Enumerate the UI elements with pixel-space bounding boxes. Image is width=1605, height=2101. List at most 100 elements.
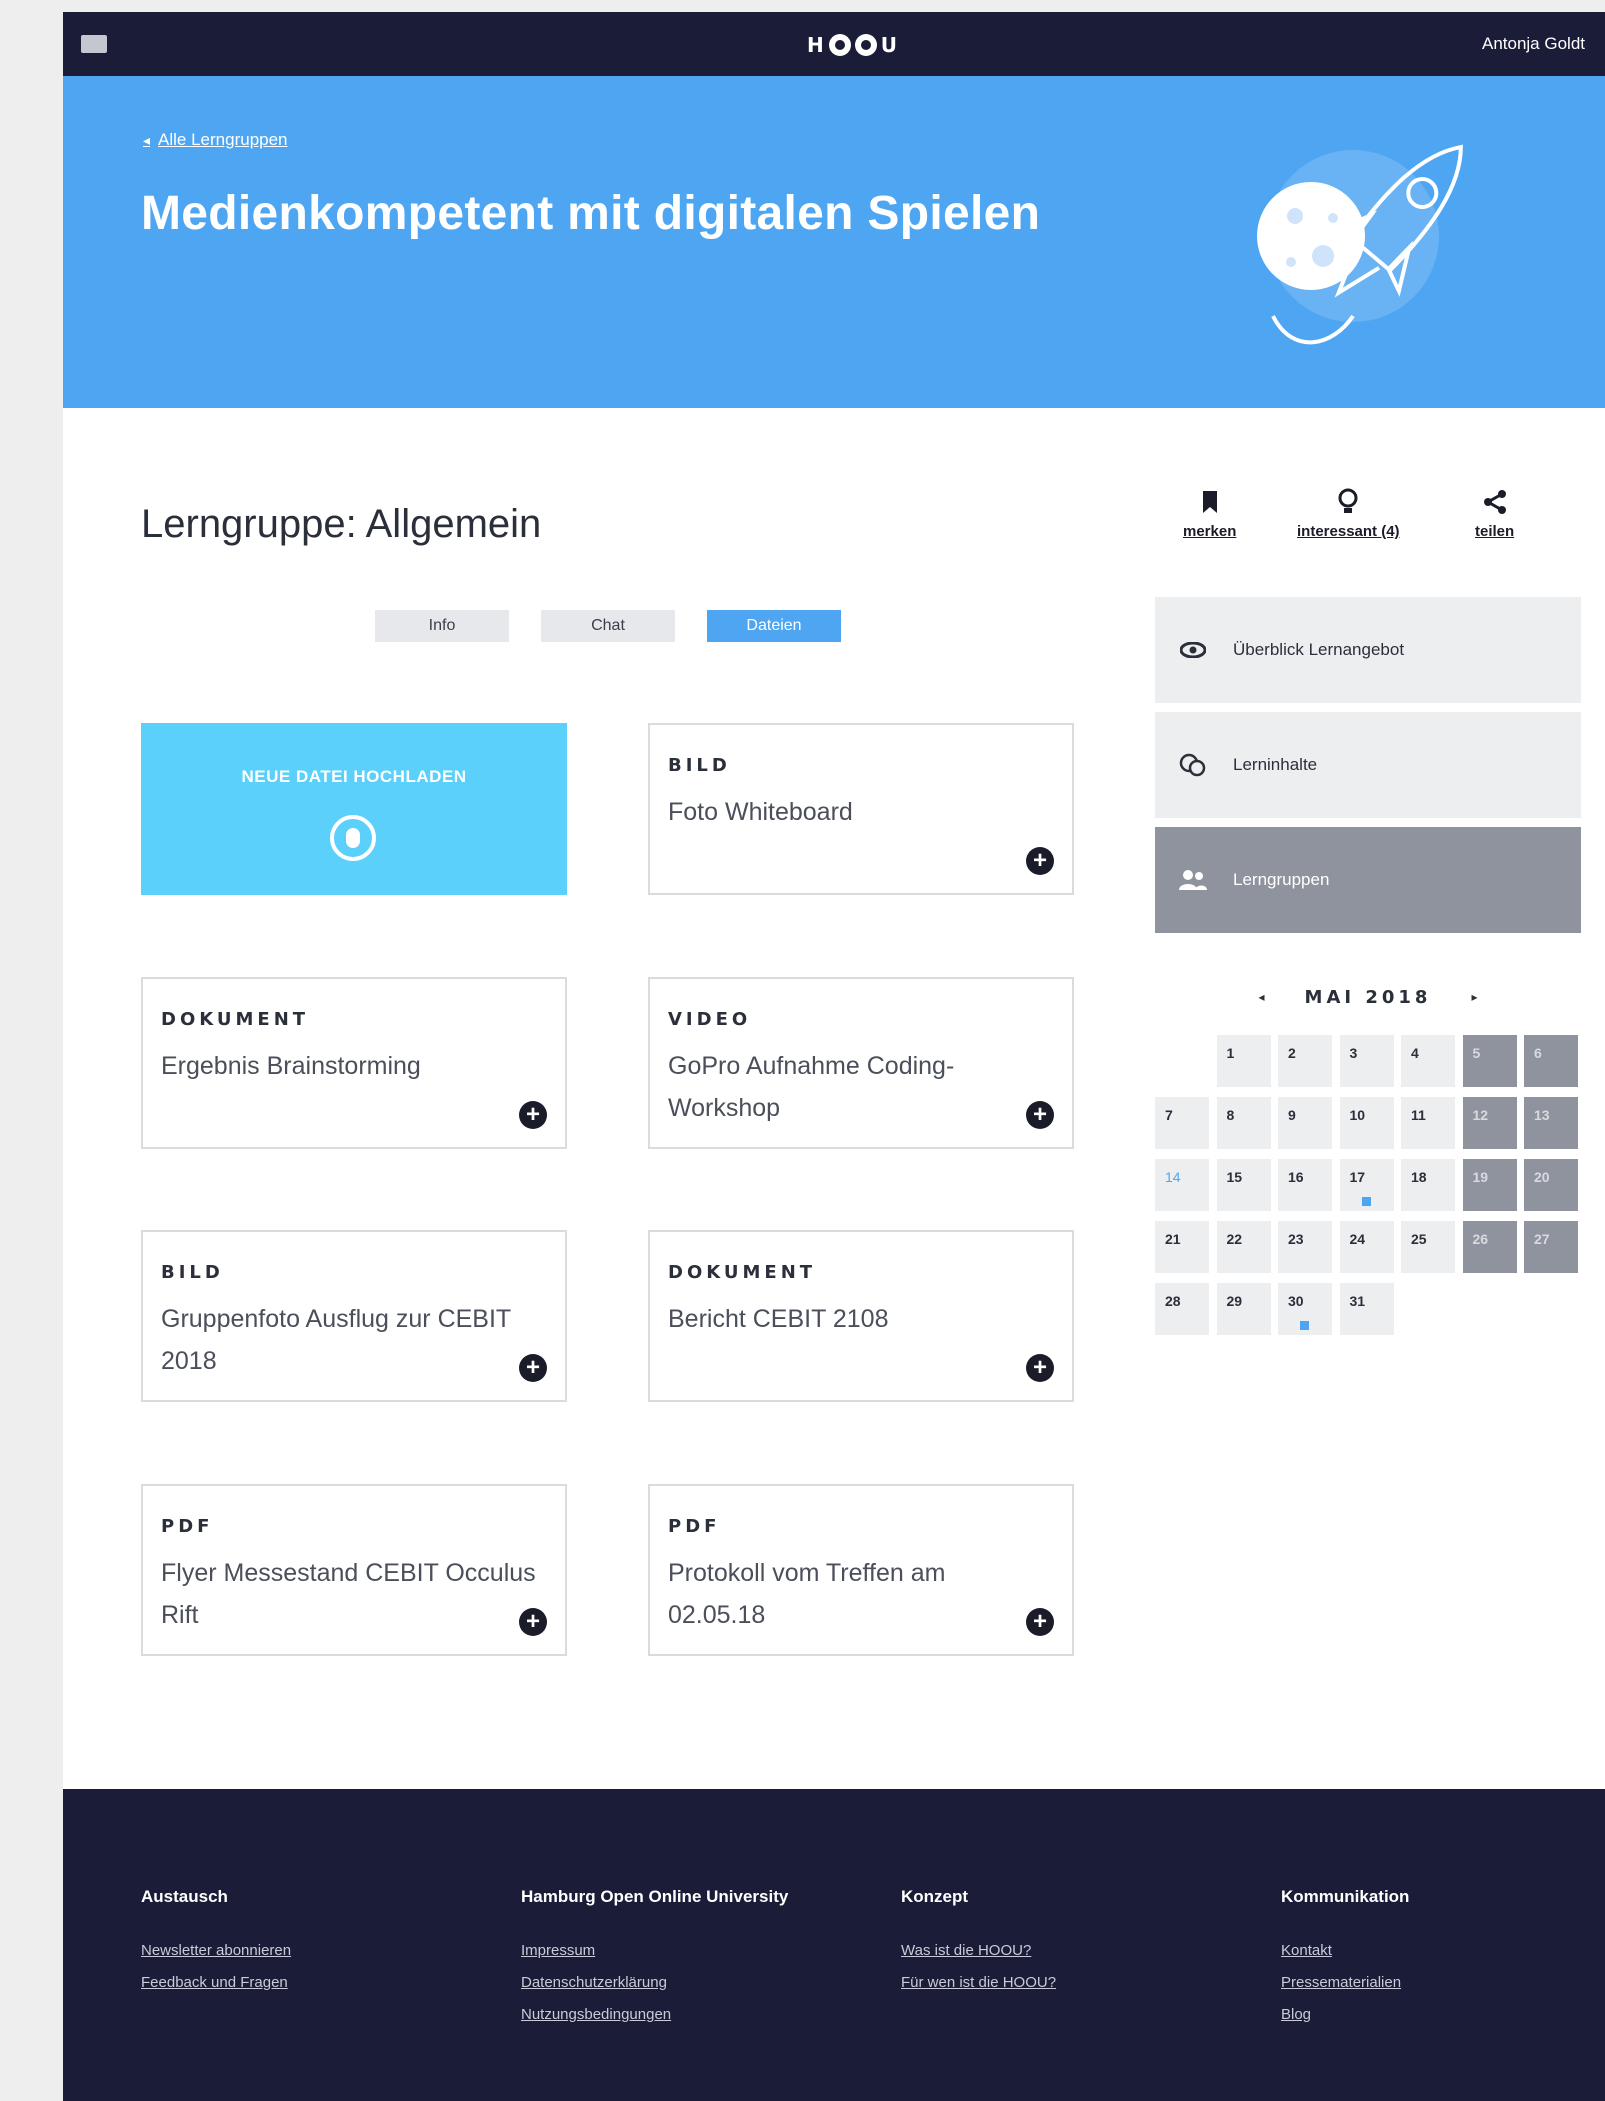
calendar-day[interactable]: 18 [1401,1159,1455,1211]
back-arrow-icon: ◂ [143,132,151,148]
calendar-day[interactable]: 15 [1216,1159,1271,1211]
file-card[interactable]: BILD Gruppenfoto Ausflug zur CEBIT 2018 … [141,1230,567,1402]
add-icon[interactable]: + [1026,1608,1054,1636]
side-nav-groups[interactable]: Lerngruppen [1155,827,1581,933]
event-marker-icon [1361,1197,1371,1206]
calendar-day[interactable]: 9 [1278,1097,1332,1149]
tab-info[interactable]: Info [375,610,509,642]
file-card[interactable]: VIDEO GoPro Aufnahme Coding-Workshop + [648,977,1074,1149]
logo-letter-h: H [807,33,825,57]
interesting-action[interactable]: interessant (4) [1297,487,1400,540]
add-icon[interactable]: + [519,1101,547,1129]
footer-link[interactable]: Was ist die HOOU? [901,1935,1056,1967]
calendar-day[interactable]: 31 [1339,1283,1394,1335]
upload-file-button[interactable]: NEUE DATEI HOCHLADEN [141,723,567,895]
footer-column-title: Kommunikation [1281,1887,1410,1906]
footer-link[interactable]: Für wen ist die HOOU? [901,1967,1056,1999]
footer-link[interactable]: Blog [1281,1999,1409,2031]
logo-letter-u: U [880,33,898,57]
side-nav-label: Lerngruppen [1233,870,1330,889]
add-icon[interactable]: + [1026,1354,1054,1382]
calendar-day[interactable]: 6 [1524,1035,1578,1087]
menu-icon[interactable] [81,35,107,55]
add-icon[interactable]: + [519,1608,547,1636]
file-type-label: VIDEO [668,1009,752,1030]
bookmark-icon [1202,491,1217,513]
calendar-day[interactable]: 17 [1339,1159,1394,1211]
footer-column-title: Konzept [901,1887,969,1906]
side-nav-overview[interactable]: Überblick Lernangebot [1155,597,1581,703]
footer-column-title: Hamburg Open Online University [521,1887,789,1906]
hoou-logo[interactable]: H U [807,32,898,58]
footer-column-title: Austausch [141,1887,228,1906]
footer-link[interactable]: Kontakt [1281,1935,1409,1967]
side-nav-content[interactable]: Lerninhalte [1155,712,1581,818]
file-card[interactable]: PDF Protokoll vom Treffen am 02.05.18 + [648,1484,1074,1656]
tab-files[interactable]: Dateien [707,610,841,642]
calendar-day[interactable]: 5 [1462,1035,1517,1087]
calendar: ◂ MAI 2018 ▸ 1 2 3 4 5 6 7 8 9 10 11 12 13 14 15 16 17 18… [1155,977,1581,1335]
footer-column-concept: Konzept Was ist die HOOU? Für wen ist di… [901,1887,1056,1999]
calendar-day[interactable]: 12 [1462,1097,1517,1149]
calendar-grid: 1 2 3 4 5 6 7 8 9 10 11 12 13 14 15 16 17 18 19 20 21 22 23 24 2… [1155,1035,1581,1335]
footer-link[interactable]: Impressum [521,1935,788,1967]
file-type-label: PDF [668,1516,721,1537]
add-icon[interactable]: + [1026,847,1054,875]
share-action[interactable]: teilen [1475,487,1514,540]
calendar-day[interactable]: 22 [1216,1221,1271,1273]
file-title: Ergebnis Brainstorming [161,1052,421,1080]
add-icon[interactable]: + [519,1354,547,1382]
file-card[interactable]: DOKUMENT Bericht CEBIT 2108 + [648,1230,1074,1402]
side-nav-label: Überblick Lernangebot [1233,640,1405,659]
file-title: GoPro Aufnahme Coding-Workshop [668,1052,955,1122]
calendar-day[interactable]: 1 [1216,1035,1271,1087]
calendar-next-button[interactable]: ▸ [1471,990,1477,1004]
lightbulb-icon [1338,488,1358,513]
calendar-day[interactable]: 24 [1339,1221,1394,1273]
footer-link[interactable]: Feedback und Fragen [141,1967,291,1999]
calendar-day[interactable]: 21 [1155,1221,1209,1273]
calendar-day[interactable]: 26 [1462,1221,1517,1273]
file-type-label: DOKUMENT [161,1009,310,1030]
calendar-day[interactable]: 13 [1524,1097,1578,1149]
file-title: Gruppenfoto Ausflug zur CEBIT 2018 [161,1305,511,1375]
calendar-day[interactable]: 29 [1216,1283,1271,1335]
calendar-prev-button[interactable]: ◂ [1259,990,1265,1004]
calendar-day[interactable]: 25 [1401,1221,1455,1273]
calendar-day[interactable]: 20 [1524,1159,1578,1211]
calendar-day[interactable]: 14 [1155,1159,1209,1211]
bookmark-action[interactable]: merken [1183,487,1236,540]
footer-link[interactable]: Pressematerialien [1281,1967,1409,1999]
file-type-label: BILD [161,1262,224,1283]
side-navigation: Überblick Lernangebot Lerninhalte Lerngr… [1155,597,1581,942]
calendar-day[interactable]: 19 [1462,1159,1517,1211]
calendar-day[interactable]: 27 [1524,1221,1578,1273]
calendar-day[interactable]: 16 [1278,1159,1332,1211]
calendar-day[interactable]: 4 [1401,1035,1455,1087]
upload-icon [330,815,376,861]
calendar-day[interactable]: 3 [1339,1035,1394,1087]
file-card[interactable]: PDF Flyer Messestand CEBIT Occulus Rift … [141,1484,567,1656]
calendar-day[interactable]: 8 [1216,1097,1271,1149]
calendar-day[interactable]: 28 [1155,1283,1209,1335]
calendar-day[interactable]: 2 [1278,1035,1332,1087]
file-card[interactable]: DOKUMENT Ergebnis Brainstorming + [141,977,567,1149]
page-frame: H U Antonja Goldt ◂ Alle Lerngruppen Medi… [63,12,1605,2101]
calendar-day[interactable]: 10 [1339,1097,1394,1149]
tab-chat[interactable]: Chat [541,610,675,642]
footer-column-communication: Kommunikation Kontakt Pressematerialien … [1281,1887,1409,2031]
back-link[interactable]: ◂ Alle Lerngruppen [143,130,288,150]
calendar-day[interactable]: 23 [1278,1221,1332,1273]
file-card[interactable]: BILD Foto Whiteboard + [648,723,1074,895]
calendar-day[interactable]: 30 [1278,1283,1332,1335]
add-icon[interactable]: + [1026,1101,1054,1129]
file-title: Bericht CEBIT 2108 [668,1305,889,1333]
calendar-day[interactable]: 11 [1401,1097,1455,1149]
footer-link[interactable]: Newsletter abonnieren [141,1935,291,1967]
file-title: Flyer Messestand CEBIT Occulus Rift [161,1559,536,1629]
back-link-label: Alle Lerngruppen [158,130,288,149]
calendar-day[interactable]: 7 [1155,1097,1209,1149]
footer-link[interactable]: Nutzungsbedingungen [521,1999,788,2031]
footer-link[interactable]: Datenschutzerklärung [521,1967,788,1999]
user-name[interactable]: Antonja Goldt [1482,34,1585,54]
